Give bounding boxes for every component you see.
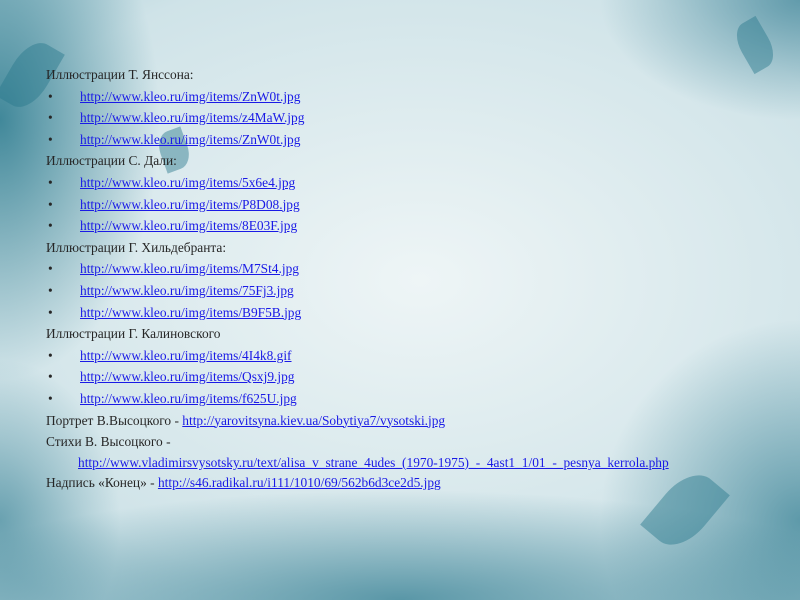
bullet-icon: • — [48, 196, 53, 212]
list-item: • http://www.kleo.ru/img/items/z4MaW.jpg — [46, 107, 756, 129]
bullet-icon: • — [48, 131, 53, 147]
bullet-icon: • — [48, 88, 53, 104]
bullet-icon: • — [48, 304, 53, 320]
section-heading: Иллюстрации Г. Хильдебранта: — [46, 239, 227, 255]
poems-line: Стихи В. Высоцкого - — [46, 431, 756, 453]
section-heading: Иллюстрации Т. Янссона: — [46, 67, 194, 82]
image-link[interactable]: http://www.kleo.ru/img/items/5x6e4.jpg — [80, 172, 295, 194]
section-heading: Иллюстрации Г. Калиновского — [46, 326, 221, 342]
list-item: • http://www.kleo.ru/img/items/B9F5B.jpg — [46, 302, 756, 324]
list-item: • http://www.kleo.ru/img/items/ZnW0t.jpg — [46, 129, 756, 151]
ending-link[interactable]: http://s46.radikal.ru/i111/1010/69/562b6… — [158, 475, 441, 490]
ending-line: Надпись «Конец» - http://s46.radikal.ru/… — [46, 472, 756, 494]
ending-label: Надпись «Конец» - — [46, 474, 158, 490]
list-item: • http://www.kleo.ru/img/items/P8D08.jpg — [46, 194, 756, 216]
image-link[interactable]: http://www.kleo.ru/img/items/f625U.jpg — [80, 388, 297, 410]
list-item: • http://www.kleo.ru/img/items/f625U.jpg — [46, 388, 756, 410]
list-item: • http://www.kleo.ru/img/items/5x6e4.jpg — [46, 172, 756, 194]
poems-link-wrap: http://www.vladimirsvysotsky.ru/text/ali… — [46, 453, 756, 472]
bullet-icon: • — [48, 261, 53, 277]
image-link[interactable]: http://www.kleo.ru/img/items/ZnW0t.jpg — [80, 86, 300, 108]
list-item: • http://www.kleo.ru/img/items/4I4k8.gif — [46, 345, 756, 367]
bullet-icon: • — [48, 174, 53, 190]
list-item: • http://www.kleo.ru/img/items/Qsxj9.jpg — [46, 366, 756, 388]
section-heading: Иллюстрации С. Дали: — [46, 153, 177, 169]
list-item: • http://www.kleo.ru/img/items/ZnW0t.jpg — [46, 86, 756, 108]
image-link[interactable]: http://www.kleo.ru/img/items/P8D08.jpg — [80, 194, 300, 216]
image-link[interactable]: http://www.kleo.ru/img/items/z4MaW.jpg — [80, 107, 304, 129]
bullet-icon: • — [48, 110, 53, 126]
bullet-icon: • — [48, 347, 53, 363]
image-link[interactable]: http://www.kleo.ru/img/items/M7St4.jpg — [80, 258, 299, 280]
bullet-icon: • — [48, 369, 53, 385]
image-link[interactable]: http://www.kleo.ru/img/items/B9F5B.jpg — [80, 302, 301, 324]
portrait-line: Портрет В.Высоцкого - http://yarovitsyna… — [46, 410, 756, 432]
bullet-icon: • — [48, 218, 53, 234]
image-link[interactable]: http://www.kleo.ru/img/items/75Fj3.jpg — [80, 280, 294, 302]
list-item: • http://www.kleo.ru/img/items/8E03F.jpg — [46, 215, 756, 237]
bullet-icon: • — [48, 390, 53, 406]
image-link[interactable]: http://www.kleo.ru/img/items/ZnW0t.jpg — [80, 129, 300, 151]
list-item: • http://www.kleo.ru/img/items/75Fj3.jpg — [46, 280, 756, 302]
poems-label: Стихи В. Высоцкого - — [46, 434, 171, 450]
slide-content: Иллюстрации Т. Янссона: • http://www.kleo.… — [46, 64, 756, 493]
bullet-icon: • — [48, 282, 53, 298]
list-item: • http://www.kleo.ru/img/items/M7St4.jpg — [46, 258, 756, 280]
poems-link[interactable]: http://www.vladimirsvysotsky.ru/text/ali… — [78, 455, 669, 470]
portrait-label: Портрет В.Высоцкого - — [46, 412, 183, 428]
image-link[interactable]: http://www.kleo.ru/img/items/4I4k8.gif — [80, 345, 292, 367]
image-link[interactable]: http://www.kleo.ru/img/items/Qsxj9.jpg — [80, 366, 295, 388]
image-link[interactable]: http://www.kleo.ru/img/items/8E03F.jpg — [80, 215, 297, 237]
portrait-link[interactable]: http://yarovitsyna.kiev.ua/Sobytiya7/vys… — [182, 413, 445, 428]
